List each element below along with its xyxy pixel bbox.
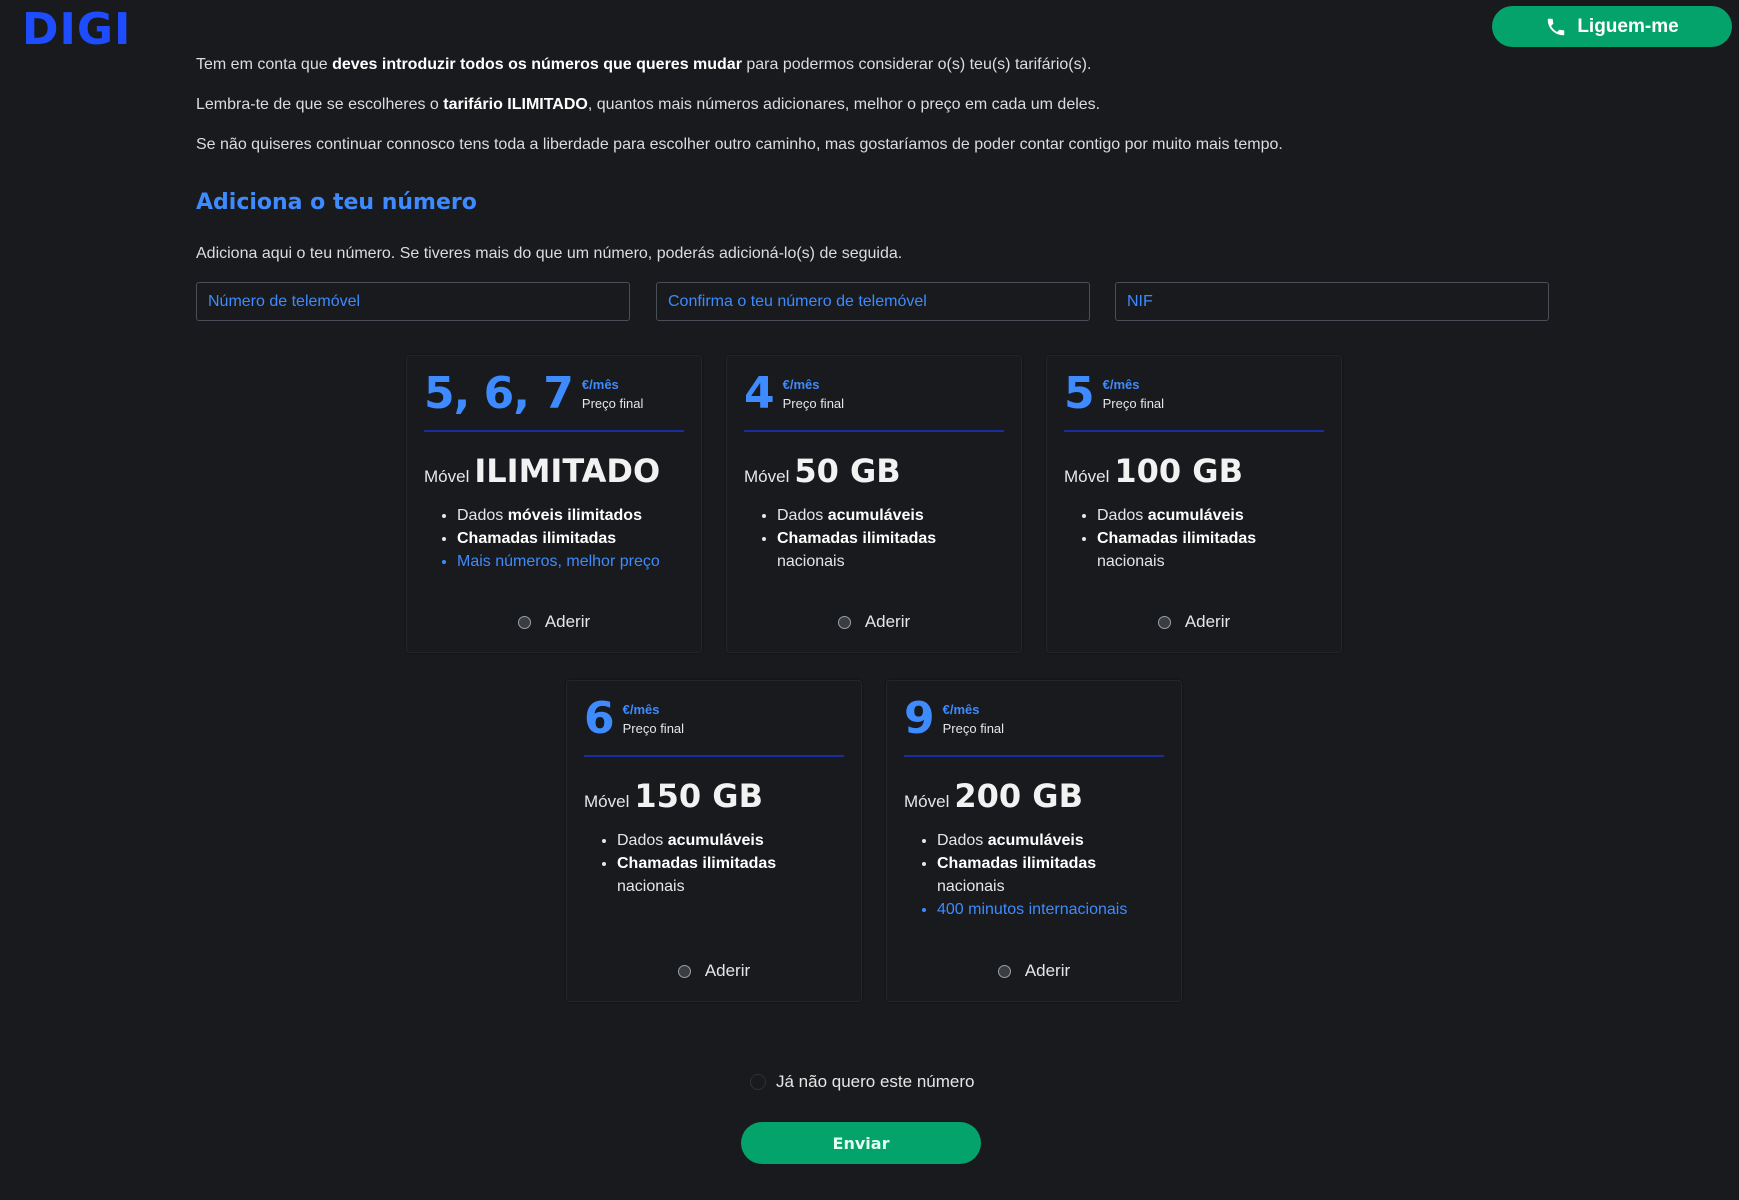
plan-card-200gb[interactable]: 9 €/mês Preço final Móvel200 GB Dados acu… — [886, 680, 1182, 1002]
adherir-option[interactable]: Aderir — [407, 612, 701, 632]
plan-features: Dados acumuláveis Chamadas ilimitadasnac… — [617, 829, 847, 898]
digi-logo[interactable]: DIGI — [22, 4, 131, 55]
plan-price: 5, 6, 7 — [424, 368, 574, 419]
adherir-radio[interactable] — [517, 615, 531, 629]
phone-icon — [1548, 18, 1565, 35]
call-me-button[interactable]: Liguem-me — [1492, 6, 1732, 47]
plan-price: 6 — [584, 693, 615, 744]
adherir-option[interactable]: Aderir — [1047, 612, 1341, 632]
price-unit: €/mês — [1102, 376, 1140, 392]
feature-item: Chamadas ilimitadasnacionais — [617, 852, 847, 898]
card-divider — [424, 430, 684, 432]
card-divider — [904, 755, 1164, 757]
plan-type: Móvel — [424, 467, 470, 486]
price-note: Preço final — [782, 395, 845, 411]
plan-type: Móvel — [584, 792, 630, 811]
adherir-radio[interactable] — [677, 964, 691, 978]
feature-item: Dados acumuláveis — [777, 504, 1007, 527]
adherir-label: Aderir — [1024, 961, 1071, 980]
price-unit: €/mês — [942, 701, 980, 717]
plan-features: Dados acumuláveis Chamadas ilimitadasnac… — [777, 504, 1007, 573]
plan-data: ILIMITADO — [474, 452, 661, 490]
price-unit: €/mês — [581, 376, 619, 392]
feature-item: Dados acumuláveis — [617, 829, 847, 852]
no-keep-number-option[interactable]: Já não quero este número — [750, 1072, 974, 1092]
plan-price: 9 — [904, 693, 935, 744]
intro-paragraph-1: Tem em conta que deves introduzir todos … — [196, 56, 1092, 73]
plan-card-100gb[interactable]: 5 €/mês Preço final Móvel100 GB Dados acu… — [1046, 355, 1342, 653]
adherir-label: Aderir — [544, 612, 591, 631]
adherir-option[interactable]: Aderir — [727, 612, 1021, 632]
plan-type: Móvel — [904, 792, 950, 811]
price-note: Preço final — [1102, 395, 1165, 411]
top-bar: DIGI Liguem-me — [0, 0, 1739, 55]
plan-features: Dados móveis ilimitados Chamadas ilimita… — [457, 504, 687, 573]
price-note: Preço final — [581, 395, 644, 411]
plan-features: Dados acumuláveis Chamadas ilimitadasnac… — [937, 829, 1167, 921]
adherir-radio[interactable] — [997, 964, 1011, 978]
intro-paragraph-3: Se não quiseres continuar connosco tens … — [196, 136, 1283, 153]
plan-card-150gb[interactable]: 6 €/mês Preço final Móvel150 GB Dados acu… — [566, 680, 862, 1002]
plan-data: 50 GB — [794, 452, 901, 490]
feature-link[interactable]: 400 minutos internacionais — [937, 898, 1167, 921]
plan-card-ilimitado[interactable]: 5, 6, 7 €/mês Preço final Móvel ILIMITADO … — [406, 355, 702, 653]
feature-item: Dados acumuláveis — [937, 829, 1167, 852]
feature-item: Chamadas ilimitadas — [457, 527, 687, 550]
price-note: Preço final — [622, 720, 685, 736]
card-divider — [1064, 430, 1324, 432]
plan-type: Móvel — [744, 467, 790, 486]
adherir-option[interactable]: Aderir — [567, 961, 861, 981]
plan-data: 150 GB — [634, 777, 763, 815]
plan-type: Móvel — [1064, 467, 1110, 486]
nif-input[interactable] — [1115, 282, 1549, 321]
plan-price: 5 — [1064, 368, 1095, 419]
confirm-phone-input[interactable] — [656, 282, 1090, 321]
price-unit: €/mês — [782, 376, 820, 392]
feature-item: Dados acumuláveis — [1097, 504, 1327, 527]
card-divider — [584, 755, 844, 757]
price-note: Preço final — [942, 720, 1005, 736]
section-subtitle: Adiciona aqui o teu número. Se tiveres m… — [196, 245, 903, 262]
adherir-label: Aderir — [704, 961, 751, 980]
adherir-radio[interactable] — [837, 615, 851, 629]
feature-item: Chamadas ilimitadasnacionais — [1097, 527, 1327, 573]
plan-data: 200 GB — [954, 777, 1083, 815]
card-divider — [744, 430, 1004, 432]
phone-number-input[interactable] — [196, 282, 630, 321]
feature-item: Chamadas ilimitadasnacionais — [937, 852, 1167, 898]
adherir-label: Aderir — [1184, 612, 1231, 631]
plan-data: 100 GB — [1114, 452, 1243, 490]
no-keep-label: Já não quero este número — [776, 1072, 975, 1091]
price-unit: €/mês — [622, 701, 660, 717]
feature-link[interactable]: Mais números, melhor preço — [457, 550, 687, 573]
plan-price: 4 — [744, 368, 775, 419]
adherir-radio[interactable] — [1157, 615, 1171, 629]
adherir-option[interactable]: Aderir — [887, 961, 1181, 981]
plan-card-50gb[interactable]: 4 €/mês Preço final Móvel50 GB Dados acum… — [726, 355, 1022, 653]
feature-item: Dados móveis ilimitados — [457, 504, 687, 527]
no-keep-radio[interactable] — [750, 1074, 766, 1090]
intro-paragraph-2: Lembra-te de que se escolheres o tarifár… — [196, 96, 1101, 113]
call-me-label: Liguem-me — [1577, 15, 1679, 37]
adherir-label: Aderir — [864, 612, 911, 631]
feature-item: Chamadas ilimitadasnacionais — [777, 527, 1007, 573]
section-title: Adiciona o teu número — [196, 190, 477, 215]
plan-features: Dados acumuláveis Chamadas ilimitadasnac… — [1097, 504, 1327, 573]
send-button[interactable]: Enviar — [741, 1122, 981, 1164]
